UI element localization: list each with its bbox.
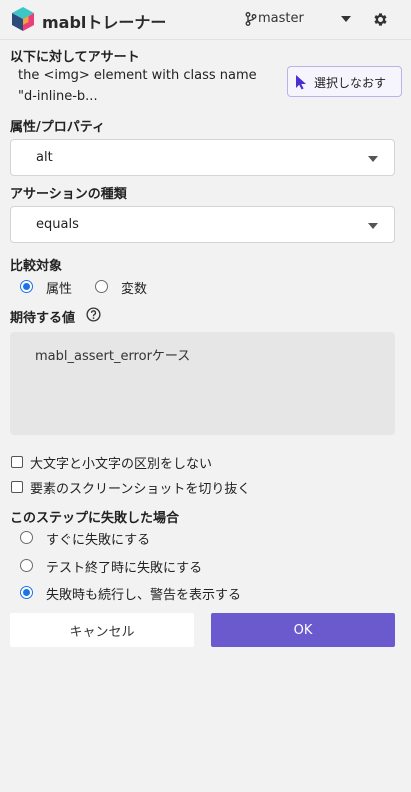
compare-heading: 比較対象 [10, 259, 63, 274]
app-title: mablトレーナー [42, 13, 167, 32]
git-branch-icon[interactable] [245, 12, 257, 26]
cursor-pointer-icon [296, 75, 306, 90]
chevron-down-icon [368, 156, 378, 162]
compare-radio-attribute[interactable] [20, 280, 33, 293]
assertion-type-select[interactable]: equals [10, 206, 395, 243]
ok-button[interactable]: OK [211, 613, 395, 647]
reselect-element-button[interactable]: 選択しなおす [287, 66, 402, 97]
header: mablトレーナー master [0, 0, 411, 40]
crop-screenshot-checkbox[interactable] [11, 481, 23, 493]
failure-radio-continue-warn[interactable] [20, 586, 33, 599]
gear-icon[interactable] [372, 11, 389, 28]
compare-label-attribute: 属性 [46, 282, 73, 297]
failure-heading: このステップに失敗した場合 [10, 511, 180, 526]
assert-target-heading: 以下に対してアサート [10, 50, 140, 65]
failure-radio-immediate[interactable] [20, 531, 33, 544]
failure-radio-end-of-test[interactable] [20, 559, 33, 572]
case-insensitive-checkbox[interactable] [11, 456, 23, 468]
case-insensitive-label: 大文字と小文字の区別をしない [30, 457, 213, 472]
reselect-label: 選択しなおす [314, 76, 387, 90]
target-description-line2: "d-inline-b... [18, 89, 98, 104]
target-description-line1: the <img> element with class name [18, 68, 257, 83]
branch-selector[interactable]: master [258, 11, 304, 26]
assertion-type-value: equals [36, 217, 79, 232]
expected-value-textarea[interactable]: mabl_assert_errorケース [10, 332, 395, 435]
assertion-type-heading: アサーションの種類 [10, 187, 127, 202]
chevron-down-icon[interactable] [341, 16, 351, 22]
failure-label-end-of-test: テスト終了時に失敗にする [46, 561, 203, 576]
cancel-button[interactable]: キャンセル [10, 613, 194, 647]
help-icon[interactable] [86, 307, 101, 322]
attribute-select[interactable]: alt [10, 139, 395, 176]
chevron-down-icon [368, 223, 378, 229]
attribute-heading: 属性/プロパティ [10, 120, 105, 135]
expected-heading: 期待する値 [10, 311, 76, 326]
attribute-value: alt [36, 150, 53, 165]
failure-label-immediate: すぐに失敗にする [46, 533, 151, 548]
compare-radio-variable[interactable] [95, 280, 108, 293]
compare-label-variable: 変数 [121, 282, 148, 297]
crop-screenshot-label: 要素のスクリーンショットを切り抜く [30, 482, 251, 497]
mabl-logo-icon [12, 7, 34, 31]
failure-label-continue-warn: 失敗時も続行し、警告を表示する [46, 588, 242, 603]
